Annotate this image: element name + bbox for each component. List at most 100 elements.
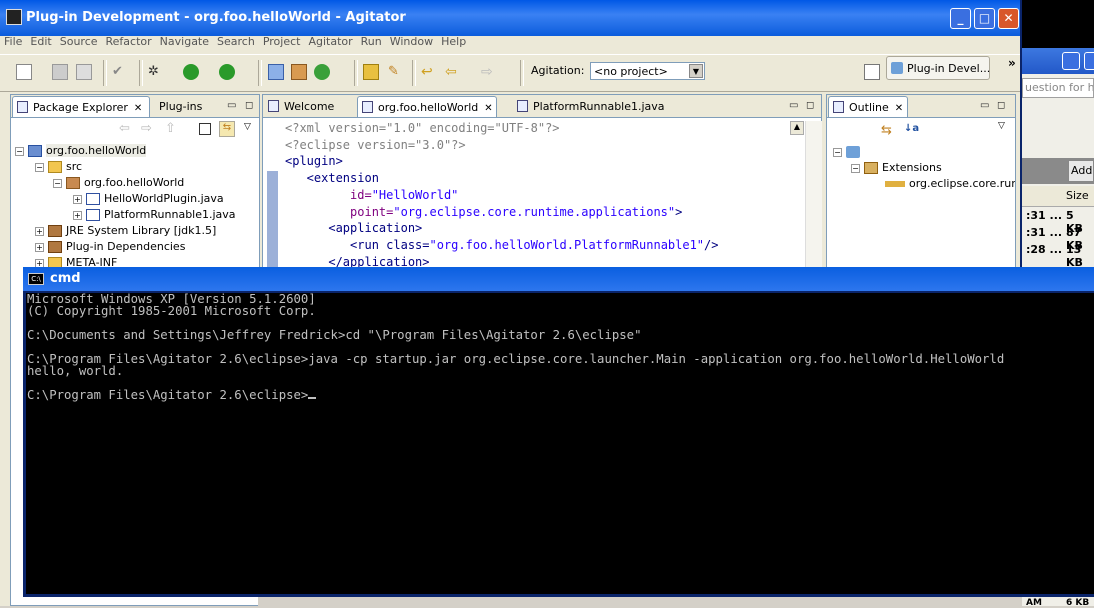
search-icon[interactable]: ✎ (388, 64, 404, 80)
agitator-app-icon[interactable] (6, 9, 22, 25)
package-explorer-icon (17, 101, 28, 113)
tab-outline[interactable]: Outline ✕ (828, 96, 908, 117)
menu-agitator[interactable]: Agitator (304, 32, 356, 51)
project-combo[interactable]: <no project> ▼ (590, 62, 705, 80)
print-icon[interactable] (76, 64, 92, 80)
menu-search[interactable]: Search (213, 32, 259, 51)
menu-project[interactable]: Project (259, 32, 305, 51)
tree-item[interactable]: − org.foo.helloWorld (15, 144, 147, 160)
tab-org-foo-helloworld[interactable]: org.foo.helloWorld ✕ (357, 96, 497, 117)
toolbar-overflow-button[interactable]: » (1008, 56, 1016, 70)
forward-icon[interactable]: ⇨ (141, 121, 152, 136)
up-icon[interactable]: ⇧ (165, 121, 176, 136)
tree-item[interactable]: − Extensions (851, 161, 942, 177)
project-icon (28, 145, 42, 157)
menu-source[interactable]: Source (56, 32, 102, 51)
tree-item[interactable]: + PlatformRunnable1.java (73, 208, 236, 224)
tree-item[interactable]: + Plug-in Dependencies (35, 240, 185, 256)
code-value: "HelloWorld" (371, 187, 459, 202)
run-icon[interactable] (183, 64, 199, 80)
expand-icon[interactable]: + (35, 242, 44, 252)
collapse-icon[interactable]: − (833, 147, 842, 157)
code-line: <extension (285, 171, 379, 186)
close-icon[interactable]: ✕ (134, 103, 142, 114)
tab-welcome[interactable]: Welcome (264, 96, 356, 117)
background-maximize-button[interactable] (1084, 52, 1094, 70)
window-titlebar[interactable]: Plug-in Development - org.foo.helloWorld… (0, 0, 1020, 36)
sort-icon[interactable]: ↓a (904, 123, 919, 134)
background-minimize-button[interactable] (1062, 52, 1080, 70)
maximize-button[interactable]: □ (974, 8, 995, 29)
tree-item[interactable]: − (833, 145, 864, 161)
tree-item[interactable]: − org.foo.helloWorld (53, 176, 184, 192)
check-icon[interactable]: ✔ (112, 64, 128, 80)
tab-package-explorer[interactable]: Package Explorer ✕ (12, 96, 150, 117)
menu-refactor[interactable]: Refactor (102, 32, 156, 51)
perspective-label: Plug-in Devel... (907, 62, 991, 75)
minimize-view-icon[interactable]: ▭ (789, 100, 798, 111)
close-icon[interactable]: ✕ (895, 103, 903, 114)
open-perspective-icon[interactable] (864, 64, 880, 80)
minimize-view-icon[interactable]: ▭ (227, 100, 236, 111)
back-icon[interactable]: ⇦ (445, 64, 461, 80)
external-tools-icon[interactable] (219, 64, 235, 80)
chevron-down-icon[interactable]: ▼ (689, 64, 703, 78)
tab-platformrunnable1-java[interactable]: PlatformRunnable1.java (513, 96, 673, 117)
new-icon[interactable] (16, 64, 32, 80)
expand-icon[interactable]: + (73, 194, 82, 204)
tree-item[interactable]: + HelloWorldPlugin.java (73, 192, 224, 208)
size-column-header[interactable]: Size (1066, 189, 1089, 202)
forward-icon[interactable]: ⇨ (481, 64, 497, 80)
xml-source[interactable]: <?xml version="1.0" encoding="UTF-8"?> <… (285, 120, 719, 270)
tab-label: PlatformRunnable1.java (533, 100, 665, 113)
menu-run[interactable]: Run (357, 32, 386, 51)
library-icon (48, 225, 62, 237)
tree-item[interactable]: + JRE System Library [jdk1.5] (35, 224, 216, 240)
file-list-header: Size (1022, 186, 1094, 207)
link-icon[interactable]: ⇆ (881, 123, 892, 138)
view-menu-icon[interactable]: ▽ (244, 122, 251, 132)
close-button[interactable]: ✕ (998, 8, 1019, 29)
code-value: "org.foo.helloWorld.PlatformRunnable1" (429, 237, 705, 252)
question-field[interactable]: uestion for hel (1022, 78, 1094, 98)
link-with-editor-icon[interactable]: ⇆ (219, 121, 235, 137)
minimize-view-icon[interactable]: ▭ (980, 100, 989, 111)
tree-item[interactable]: − src (35, 160, 82, 176)
menu-window[interactable]: Window (386, 32, 437, 51)
add-button[interactable]: Add (1068, 160, 1094, 182)
menu-file[interactable]: File (0, 32, 26, 51)
view-menu-icon[interactable]: ▽ (998, 121, 1005, 131)
maximize-view-icon[interactable]: ◻ (806, 100, 814, 111)
outline-tabbar: Outline ✕ ▭ ◻ (827, 95, 1015, 118)
maximize-view-icon[interactable]: ◻ (997, 100, 1005, 111)
menu-help[interactable]: Help (437, 32, 470, 51)
scroll-up-icon[interactable]: ▲ (790, 121, 804, 135)
debug-icon[interactable]: ✲ (148, 64, 164, 80)
expand-icon[interactable]: + (35, 226, 44, 236)
collapse-icon[interactable]: − (53, 178, 62, 188)
collapse-icon[interactable]: − (35, 162, 44, 172)
close-icon[interactable]: ✕ (484, 103, 492, 114)
new-package-icon[interactable] (291, 64, 307, 80)
tree-item[interactable]: org.eclipse.core.runtime.applications (885, 177, 1015, 193)
collapse-icon[interactable]: − (851, 163, 860, 173)
menu-navigate[interactable]: Navigate (156, 32, 213, 51)
cmd-titlebar[interactable]: C:\ cmd (23, 267, 1094, 291)
new-java-project-icon[interactable] (268, 64, 284, 80)
collapse-icon[interactable]: − (15, 146, 24, 156)
console-screen[interactable]: Microsoft Windows XP [Version 5.1.2600] … (26, 293, 1094, 594)
minimize-button[interactable]: _ (950, 8, 971, 29)
open-type-icon[interactable] (363, 64, 379, 80)
cmd-icon[interactable]: C:\ (28, 273, 44, 285)
menu-edit[interactable]: Edit (26, 32, 55, 51)
expand-icon[interactable]: + (73, 210, 82, 220)
back-icon[interactable]: ⇦ (119, 121, 130, 136)
maximize-view-icon[interactable]: ◻ (245, 100, 253, 111)
tab-label: org.foo.helloWorld (378, 101, 479, 114)
tab-plug-ins[interactable]: Plug-ins (151, 96, 221, 117)
save-icon[interactable] (52, 64, 68, 80)
collapse-all-icon[interactable] (199, 123, 211, 135)
new-class-icon[interactable] (314, 64, 330, 80)
perspective-button[interactable]: Plug-in Devel... (886, 56, 990, 80)
last-edit-icon[interactable]: ↩ (421, 64, 437, 80)
